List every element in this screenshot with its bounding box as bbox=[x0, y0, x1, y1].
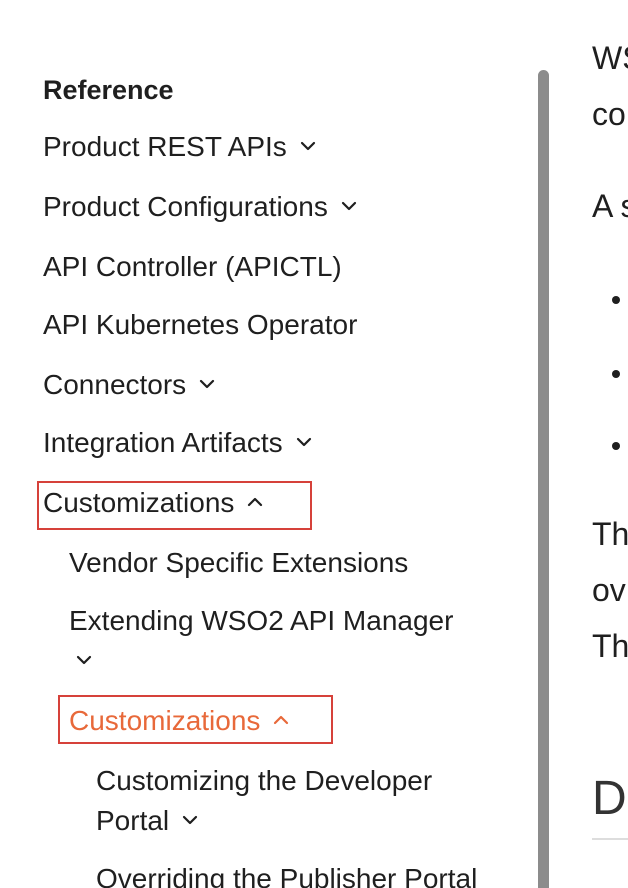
sidebar-item-label: Extending WSO2 API Manager bbox=[69, 605, 454, 636]
sidebar-item-label: Product Configurations bbox=[43, 191, 328, 222]
chevron-down-icon[interactable] bbox=[73, 652, 95, 668]
main-text-fragment: Th bbox=[592, 516, 628, 552]
main-text-fragment: ov bbox=[592, 572, 626, 608]
sidebar-item-api-kubernetes-operator[interactable]: API Kubernetes Operator bbox=[43, 306, 357, 344]
sidebar-item-label: Integration Artifacts bbox=[43, 427, 283, 458]
main-content: WS co A s Th ov Th D bbox=[592, 0, 628, 888]
list-bullet bbox=[612, 370, 620, 378]
chevron-up-icon bbox=[270, 712, 292, 728]
sidebar-item-product-configurations[interactable]: Product Configurations bbox=[43, 188, 360, 226]
sidebar-item-api-controller[interactable]: API Controller (APICTL) bbox=[43, 248, 342, 286]
sidebar-item-customizing-developer-portal[interactable]: Customizing the Developer bbox=[96, 762, 432, 800]
chevron-up-icon bbox=[244, 494, 266, 510]
sidebar-item-integration-artifacts[interactable]: Integration Artifacts bbox=[43, 424, 315, 462]
sidebar-nav: Reference Product REST APIs Product Conf… bbox=[0, 0, 540, 888]
chevron-down-icon bbox=[179, 812, 201, 828]
main-text-fragment: co bbox=[592, 96, 626, 132]
sidebar-scrollbar[interactable] bbox=[538, 70, 549, 888]
chevron-down-icon bbox=[338, 198, 360, 214]
main-text-fragment: WS bbox=[592, 40, 628, 76]
sidebar-item-label: API Controller (APICTL) bbox=[43, 251, 342, 282]
sidebar-item-label: Customizations bbox=[69, 705, 261, 736]
heading-divider bbox=[592, 838, 628, 840]
sidebar-item-customizing-developer-portal-line2[interactable]: Portal bbox=[96, 802, 201, 840]
sidebar-item-vendor-specific-extensions[interactable]: Vendor Specific Extensions bbox=[69, 544, 408, 582]
sidebar-item-label: Connectors bbox=[43, 369, 187, 400]
sidebar-item-label: API Kubernetes Operator bbox=[43, 309, 358, 340]
sidebar-item-label: Portal bbox=[96, 805, 170, 836]
sidebar-item-extending-wso2-api-manager[interactable]: Extending WSO2 API Manager bbox=[69, 602, 453, 640]
main-heading-fragment: D bbox=[592, 772, 627, 825]
chevron-down-icon bbox=[293, 434, 315, 450]
main-text-fragment: Th bbox=[592, 628, 628, 664]
list-bullet bbox=[612, 442, 620, 450]
sidebar-item-label: Product REST APIs bbox=[43, 131, 287, 162]
list-bullet bbox=[612, 296, 620, 304]
main-text-fragment: A s bbox=[592, 188, 628, 224]
sidebar-item-customizations[interactable]: Customizations bbox=[43, 484, 266, 522]
sidebar-item-product-rest-apis[interactable]: Product REST APIs bbox=[43, 128, 319, 166]
chevron-down-icon bbox=[196, 376, 218, 392]
sidebar-item-connectors[interactable]: Connectors bbox=[43, 366, 218, 404]
docs-page: Reference Product REST APIs Product Conf… bbox=[0, 0, 628, 888]
sidebar-section-heading: Reference bbox=[43, 75, 174, 105]
sidebar-item-customizations-active[interactable]: Customizations bbox=[69, 702, 292, 740]
sidebar-item-label: Customizing the Developer bbox=[96, 765, 433, 796]
chevron-down-icon bbox=[297, 138, 319, 154]
sidebar-item-label: Overriding the Publisher Portal bbox=[96, 863, 478, 888]
sidebar-item-label: Customizations bbox=[43, 487, 235, 518]
sidebar-item-label: Vendor Specific Extensions bbox=[69, 547, 409, 578]
sidebar-item-overriding-publisher-portal[interactable]: Overriding the Publisher Portal bbox=[96, 860, 477, 888]
